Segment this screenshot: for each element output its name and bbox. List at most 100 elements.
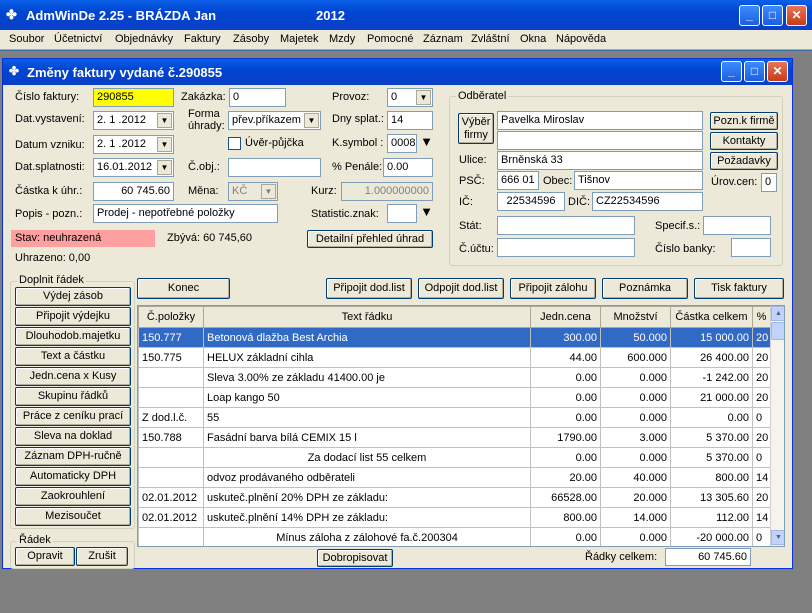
- scroll-up-icon[interactable]: ▲: [771, 306, 784, 321]
- menu-napoveda[interactable]: Nápověda: [556, 33, 606, 45]
- datum-vzniku-field[interactable]: 2. 1 .2012 ▼: [93, 135, 174, 154]
- col-header-mnozstvi[interactable]: Množství: [600, 306, 671, 328]
- table-row[interactable]: Mínus záloha z zálohové fa.č.200304 0.00 0…: [138, 527, 771, 546]
- popis-field[interactable]: Prodej - nepotřebné položky: [93, 204, 278, 223]
- menu-zaznam[interactable]: Záznam: [423, 33, 463, 45]
- menu-zasoby[interactable]: Zásoby: [233, 33, 269, 45]
- text-a-castku-button[interactable]: Text a částku: [15, 347, 131, 366]
- odberatel-name2-field[interactable]: [497, 131, 703, 150]
- ic-field[interactable]: 22534596: [497, 192, 565, 211]
- table-row[interactable]: 02.01.2012 uskuteč.plnění 14% DPH ze zákl…: [138, 507, 771, 528]
- table-row[interactable]: 150.788 Fasádní barva bílá CEMIX 15 l 1790…: [138, 427, 771, 448]
- pozadavky-button[interactable]: Požadavky: [710, 152, 778, 170]
- ksymbol-field[interactable]: 0008: [387, 134, 417, 153]
- kontakty-button[interactable]: Kontakty: [710, 132, 778, 150]
- penale-field[interactable]: 0.00: [383, 158, 433, 177]
- prace-z-ceniku-button[interactable]: Práce z ceníku prací: [15, 407, 131, 426]
- castka-field[interactable]: 60 745.60: [93, 182, 174, 201]
- menu-okna[interactable]: Okna: [520, 33, 546, 45]
- chevron-down-icon[interactable]: ▼: [261, 184, 276, 199]
- chevron-down-icon[interactable]: ▼: [157, 137, 172, 152]
- chevron-down-icon[interactable]: ▼: [416, 90, 431, 105]
- scroll-thumb[interactable]: [771, 322, 784, 340]
- skupinu-radku-button[interactable]: Skupinu řádků: [15, 387, 131, 406]
- col-header-percent[interactable]: %: [752, 306, 771, 328]
- win-close-icon[interactable]: ✕: [767, 61, 788, 82]
- odberatel-name-field[interactable]: Pavelka Miroslav: [497, 111, 703, 130]
- menu-soubor[interactable]: Soubor: [9, 33, 44, 45]
- maximize-icon[interactable]: □: [762, 5, 783, 26]
- mena-select[interactable]: KČ ▼: [228, 182, 278, 201]
- col-header-text[interactable]: Text řádku: [203, 306, 531, 328]
- scroll-down-icon[interactable]: ▼: [771, 530, 784, 545]
- stat-field[interactable]: [497, 216, 635, 235]
- zaznam-dph-rucne-button[interactable]: Záznam DPH-ručně: [15, 447, 131, 466]
- cislo-faktury-field[interactable]: 290855: [93, 88, 174, 107]
- col-header-polozka[interactable]: Č.položky: [138, 306, 204, 328]
- mezisoucet-button[interactable]: Mezisoučet: [15, 507, 131, 526]
- col-header-jedn-cena[interactable]: Jedn.cena: [530, 306, 601, 328]
- win-minimize-icon[interactable]: _: [721, 61, 742, 82]
- table-row[interactable]: Za dodací list 55 celkem 0.00 0.000 5 370.0…: [138, 447, 771, 468]
- psc-field[interactable]: 666 01: [497, 171, 539, 190]
- table-row[interactable]: odvoz prodávaného odběrateli 20.00 40.000 8…: [138, 467, 771, 488]
- konec-button[interactable]: Konec: [137, 278, 230, 299]
- jedn-cena-kusy-button[interactable]: Jedn.cena x Kusy: [15, 367, 131, 386]
- uver-pujcka-checkbox[interactable]: [228, 137, 241, 150]
- stat-znak-field[interactable]: [387, 204, 417, 223]
- specif-field[interactable]: [703, 216, 771, 235]
- table-row[interactable]: 150.775 HELUX základní cihla 44.00 600.000 2…: [138, 347, 771, 368]
- ksymbol-arrow-icon[interactable]: ▼: [418, 134, 435, 153]
- odpojit-dodlist-button[interactable]: Odpojit dod.list: [418, 278, 504, 299]
- forma-uhrady-select[interactable]: přev.příkazem ▼: [228, 111, 321, 130]
- dobropisovat-button[interactable]: Dobropisovat: [317, 549, 393, 567]
- menu-zvlastni[interactable]: Zvláštní: [471, 33, 510, 45]
- minimize-icon[interactable]: _: [739, 5, 760, 26]
- pripojit-zalohu-button[interactable]: Připojit zálohu: [510, 278, 596, 299]
- vertical-scrollbar[interactable]: ▲ ▼: [770, 306, 784, 546]
- close-icon[interactable]: ✕: [786, 5, 807, 26]
- opravit-button[interactable]: Opravit: [15, 547, 75, 566]
- menu-objednavky[interactable]: Objednávky: [115, 33, 173, 45]
- chevron-down-icon[interactable]: ▼: [157, 113, 172, 128]
- vyber-firmy-button[interactable]: Výběr firmy: [458, 113, 494, 144]
- table-row[interactable]: 150.777 Betonová dlažba Best Archia 300.00…: [138, 327, 771, 348]
- win-maximize-icon[interactable]: □: [744, 61, 765, 82]
- dny-splat-field[interactable]: 14: [387, 111, 433, 130]
- stat-znak-arrow-icon[interactable]: ▼: [418, 204, 435, 223]
- dat-vystaveni-field[interactable]: 2. 1 .2012 ▼: [93, 111, 174, 130]
- dat-splatnosti-field[interactable]: 16.01.2012 ▼: [93, 158, 174, 177]
- table-row[interactable]: 02.01.2012 uskuteč.plnění 20% DPH ze zákl…: [138, 487, 771, 508]
- automaticky-dph-button[interactable]: Automaticky DPH: [15, 467, 131, 486]
- cucet-field[interactable]: [497, 238, 635, 257]
- cobj-field[interactable]: [228, 158, 321, 177]
- menu-faktury[interactable]: Faktury: [184, 33, 221, 45]
- table-row[interactable]: Z dod.l.č. 55 0.00 0.000 0.00 0: [138, 407, 771, 428]
- obec-field[interactable]: Tišnov: [574, 171, 703, 190]
- detail-uhrad-button[interactable]: Detailní přehled úhrad: [307, 230, 433, 248]
- pripojit-dodlist-button[interactable]: Připojit dod.list: [326, 278, 412, 299]
- zakazka-field[interactable]: 0: [229, 88, 286, 107]
- menu-majetek[interactable]: Majetek: [280, 33, 319, 45]
- tisk-faktury-button[interactable]: Tisk faktury: [694, 278, 784, 299]
- vydej-zasob-button[interactable]: Výdej zásob: [15, 287, 131, 306]
- ulice-field[interactable]: Brněnská 33: [497, 151, 703, 170]
- chevron-down-icon[interactable]: ▼: [157, 160, 172, 175]
- poznamka-button[interactable]: Poznámka: [602, 278, 688, 299]
- dlouhodob-majetku-button[interactable]: Dlouhodob.majetku: [15, 327, 131, 346]
- uroven-field[interactable]: 0: [761, 173, 777, 192]
- chevron-down-icon[interactable]: ▼: [304, 113, 319, 128]
- col-header-castka[interactable]: Částka celkem: [670, 306, 753, 328]
- zrusit-button[interactable]: Zrušit: [76, 547, 128, 566]
- menu-ucetnictvi[interactable]: Účetnictví: [54, 33, 102, 45]
- pripojit-vydejku-button[interactable]: Připojit výdejku: [15, 307, 131, 326]
- menu-mzdy[interactable]: Mzdy: [329, 33, 355, 45]
- provoz-select[interactable]: 0 ▼: [387, 88, 433, 107]
- zaokrouhleni-button[interactable]: Zaokrouhlení: [15, 487, 131, 506]
- sleva-na-doklad-button[interactable]: Sleva na doklad: [15, 427, 131, 446]
- dic-field[interactable]: CZ22534596: [592, 192, 703, 211]
- table-row[interactable]: Loap kango 50 0.00 0.000 21 000.00 20: [138, 387, 771, 408]
- pozn-firme-button[interactable]: Pozn.k firmě: [710, 112, 778, 130]
- menu-pomocne[interactable]: Pomocné: [367, 33, 413, 45]
- banka-field[interactable]: [731, 238, 771, 257]
